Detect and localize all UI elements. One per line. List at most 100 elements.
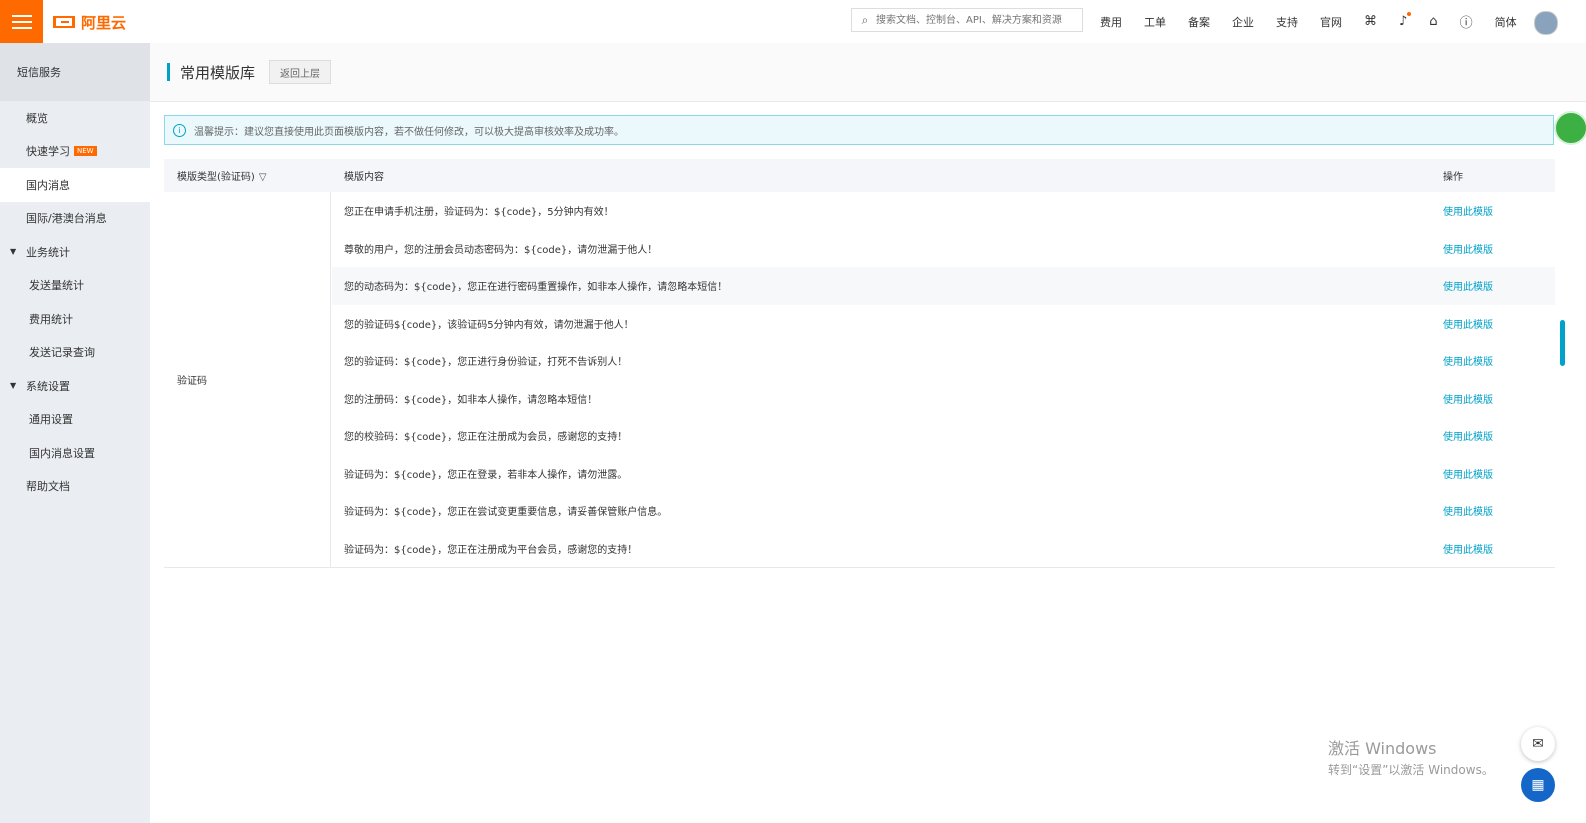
chat-icon: ✉ <box>1532 736 1544 752</box>
main-content: 常用模版库 返回上层 i 温馨提示：建议您直接使用此页面模版内容，若不做任何修改… <box>150 43 1586 823</box>
aliyun-logo-icon <box>53 16 75 28</box>
sidebar-item-international[interactable]: 国际/港澳台消息 <box>0 202 150 236</box>
sidebar-title: 短信服务 <box>0 43 150 101</box>
use-template-link[interactable]: 使用此模版 <box>1443 391 1493 406</box>
notification-dot <box>1407 12 1412 16</box>
search-icon: ⌕ <box>861 12 869 27</box>
sidebar-item-overview[interactable]: 概览 <box>0 101 150 135</box>
use-template-link[interactable]: 使用此模版 <box>1443 278 1493 293</box>
help-icon[interactable]: ⓘ <box>1460 12 1473 31</box>
scrollbar-thumb[interactable] <box>1560 320 1565 366</box>
template-content: 您的验证码：${code}，您正进行身份验证，打死不告诉别人！ <box>344 357 628 369</box>
table-row: 尊敬的用户，您的注册会员动态密码为：${code}，请勿泄漏于他人！ 使用此模版 <box>332 230 1555 268</box>
sidebar-item-send-log[interactable]: 发送记录查询 <box>0 336 150 370</box>
watermark-line1: 激活 Windows <box>1328 739 1437 758</box>
sidebar-item-label: 通用设置 <box>29 413 73 427</box>
use-template-link[interactable]: 使用此模版 <box>1443 353 1493 368</box>
notice-text: 温馨提示：建议您直接使用此页面模版内容，若不做任何修改，可以极大提高审核效率及成… <box>194 126 624 138</box>
new-badge: NEW <box>74 146 97 157</box>
sidebar-item-label: 费用统计 <box>29 312 73 326</box>
column-header-type[interactable]: 模版类型(验证码) ▽ <box>177 168 267 183</box>
table-row: 您的验证码${code}，该验证码5分钟内有效，请勿泄漏于他人！ 使用此模版 <box>332 305 1555 343</box>
sidebar-item-quickstart[interactable]: 快速学习 NEW <box>0 135 150 169</box>
use-template-link[interactable]: 使用此模版 <box>1443 428 1493 443</box>
top-bar: 阿里云 ⌕ 费用 工单 备案 企业 支持 官网 ⌘ ♪ ⌂ ⓘ 简体 <box>0 0 1586 44</box>
bell-icon[interactable]: ♪ <box>1399 12 1412 29</box>
template-content: 验证码为：${code}，您正在尝试变更重要信息，请妥善保管账户信息。 <box>344 507 668 519</box>
info-icon: i <box>173 123 186 137</box>
template-content: 您的动态码为：${code}，您正在进行密码重置操作，如非本人操作，请忽略本短信… <box>344 282 728 294</box>
sidebar-item-label: 快速学习 <box>26 145 70 159</box>
terminal-icon[interactable]: ⌘ <box>1364 14 1377 29</box>
sidebar-group-stats[interactable]: ▼ 业务统计 <box>0 235 150 269</box>
search-box[interactable]: ⌕ <box>851 8 1083 32</box>
sidebar-item-label: 概览 <box>26 111 48 125</box>
sidebar-item-send-stats[interactable]: 发送量统计 <box>0 269 150 303</box>
logo-text: 阿里云 <box>81 13 127 32</box>
template-content: 您正在申请手机注册，验证码为：${code}，5分钟内有效！ <box>344 207 614 219</box>
table-body: 验证码 您正在申请手机注册，验证码为：${code}，5分钟内有效！ 使用此模版… <box>164 192 1555 568</box>
sidebar-group-settings[interactable]: ▼ 系统设置 <box>0 369 150 403</box>
table-row: 您的动态码为：${code}，您正在进行密码重置操作，如非本人操作，请忽略本短信… <box>332 267 1555 305</box>
search-input[interactable] <box>874 13 1078 27</box>
hamburger-icon <box>11 14 32 29</box>
chat-button[interactable]: ✉ <box>1521 727 1555 761</box>
back-button[interactable]: 返回上层 <box>269 60 331 84</box>
nav-tickets[interactable]: 工单 <box>1144 14 1166 30</box>
sidebar-item-label: 国内消息 <box>26 178 70 192</box>
use-template-link[interactable]: 使用此模版 <box>1443 203 1493 218</box>
watermark-line2: 转到“设置”以激活 Windows。 <box>1328 763 1494 777</box>
sidebar-item-label: 发送量统计 <box>29 279 84 293</box>
page-title: 常用模版库 <box>180 64 256 82</box>
sidebar-item-label: 系统设置 <box>26 379 70 393</box>
sidebar-item-domestic[interactable]: 国内消息 <box>0 168 150 202</box>
type-cell: 验证码 <box>164 192 331 567</box>
table-row: 您正在申请手机注册，验证码为：${code}，5分钟内有效！ 使用此模版 <box>332 192 1555 230</box>
sidebar-item-fee-stats[interactable]: 费用统计 <box>0 302 150 336</box>
template-content: 验证码为：${code}，您正在登录，若非本人操作，请勿泄露。 <box>344 469 628 481</box>
cart-icon[interactable]: ⌂ <box>1429 14 1437 29</box>
nav-official[interactable]: 官网 <box>1320 14 1342 30</box>
nav-fees[interactable]: 费用 <box>1100 14 1122 30</box>
template-content: 验证码为：${code}，您正在注册成为平台会员，感谢您的支持！ <box>344 544 638 556</box>
column-header-action: 操作 <box>1443 172 1463 183</box>
use-template-link[interactable]: 使用此模版 <box>1443 241 1493 256</box>
table-row: 您的验证码：${code}，您正进行身份验证，打死不告诉别人！ 使用此模版 <box>332 342 1555 380</box>
use-template-link[interactable]: 使用此模版 <box>1443 466 1493 481</box>
sidebar-item-domestic-settings[interactable]: 国内消息设置 <box>0 436 150 470</box>
sidebar-item-general-settings[interactable]: 通用设置 <box>0 403 150 437</box>
caret-down-icon: ▼ <box>10 381 17 391</box>
filter-icon[interactable]: ▽ <box>259 172 267 183</box>
sidebar-item-label: 国际/港澳台消息 <box>26 212 107 226</box>
table-row: 您的注册码：${code}，如非本人操作，请忽略本短信！ 使用此模版 <box>332 380 1555 418</box>
sidebar-item-label: 业务统计 <box>26 245 70 259</box>
top-nav: 费用 工单 备案 企业 支持 官网 ⌘ ♪ ⌂ ⓘ 简体 <box>1100 0 1539 43</box>
use-template-link[interactable]: 使用此模版 <box>1443 503 1493 518</box>
language-switch[interactable]: 简体 <box>1495 14 1517 30</box>
sidebar-item-label: 国内消息设置 <box>29 446 95 460</box>
nav-support[interactable]: 支持 <box>1276 14 1298 30</box>
page-header: 常用模版库 返回上层 <box>150 43 1586 102</box>
use-template-link[interactable]: 使用此模版 <box>1443 316 1493 331</box>
nav-icp[interactable]: 备案 <box>1188 14 1210 30</box>
sidebar-item-help[interactable]: 帮助文档 <box>0 470 150 504</box>
windows-activation-watermark: 激活 Windows 转到“设置”以激活 Windows。 <box>1328 735 1494 778</box>
logo[interactable]: 阿里云 <box>53 11 126 33</box>
menu-button[interactable] <box>0 0 43 43</box>
sidebar-item-label: 发送记录查询 <box>29 346 95 360</box>
avatar[interactable] <box>1534 11 1558 35</box>
table-row: 验证码为：${code}，您正在登录，若非本人操作，请勿泄露。 使用此模版 <box>332 455 1555 493</box>
use-template-link[interactable]: 使用此模版 <box>1443 541 1493 556</box>
table-header: 模版类型(验证码) ▽ 模版内容 操作 <box>164 159 1555 192</box>
title-accent <box>167 63 170 81</box>
template-table: 模版类型(验证码) ▽ 模版内容 操作 验证码 您正在申请手机注册，验证码为：${… <box>164 159 1555 568</box>
sidebar: 短信服务 概览 快速学习 NEW 国内消息 国际/港澳台消息 ▼ 业务统计 发送量统… <box>0 43 150 823</box>
nav-enterprise[interactable]: 企业 <box>1232 14 1254 30</box>
sidebar-item-label: 帮助文档 <box>26 480 70 494</box>
caret-down-icon: ▼ <box>10 247 17 257</box>
floating-badge[interactable] <box>1554 111 1586 145</box>
table-row: 验证码为：${code}，您正在尝试变更重要信息，请妥善保管账户信息。 使用此模… <box>332 492 1555 530</box>
apps-button[interactable]: ▦ <box>1521 768 1555 802</box>
template-content: 尊敬的用户，您的注册会员动态密码为：${code}，请勿泄漏于他人！ <box>344 244 658 256</box>
table-row: 验证码为：${code}，您正在注册成为平台会员，感谢您的支持！ 使用此模版 <box>332 530 1555 568</box>
